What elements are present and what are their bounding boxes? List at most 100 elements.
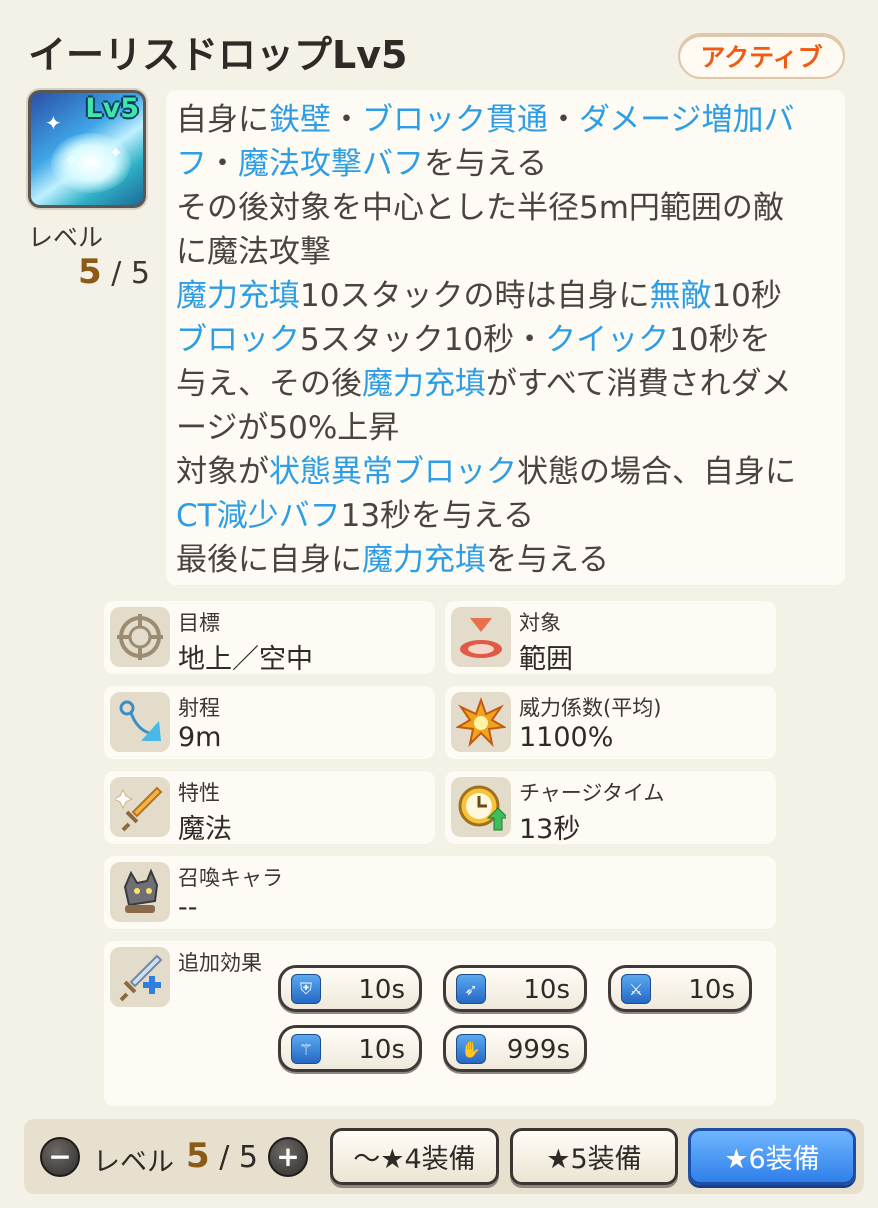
description-text-segment: ・ [207,146,238,182]
stat-label: 威力係数(平均) [519,696,662,720]
level-minus-button[interactable]: − [40,1137,80,1177]
stat-power: 威力係数(平均) 1100% [445,686,776,759]
effect-pill[interactable]: ⛨ 10s [278,965,422,1012]
icon-level-badge: Lv5 [85,93,139,124]
keyword-highlight: CT減少バフ [176,498,341,534]
keyword-highlight: 魔法攻撃バフ [238,146,424,182]
sparkle-burst-icon: ✦ ✦ ✧ Lv5 [28,90,146,208]
effect-pill[interactable]: ✋ 999s [443,1025,587,1072]
description-line: 自身に鉄壁・ブロック貫通・ダメージ増加バ [176,105,794,136]
description-text-segment: ・ [331,102,362,138]
keyword-highlight: 状態異常ブロック [269,454,517,490]
description-text-segment: 10スタックの時は自身に [300,278,650,314]
pierce-buff-icon: ➶ [456,974,486,1004]
description-text-segment: 13秒を与える [340,498,535,534]
description-text-segment: 状態の場合、自身に [517,454,796,490]
magic-sword-icon [110,777,170,837]
stat-label: 特性 [178,781,220,805]
description-line: CT減少バフ13秒を与える [176,501,534,532]
description-text-segment: 最後に自身に [176,542,362,578]
effect-duration: 10s [523,975,570,1005]
description-text-segment: 10秒 [711,278,782,314]
description-text-segment: 5スタック10秒・ [300,322,546,358]
stat-value: 魔法 [178,814,232,845]
keyword-highlight: ダメージ増加バ [579,102,795,138]
stat-label: 召喚キャラ [178,866,283,890]
sparkle-icon: ✧ [65,153,77,169]
description-text-segment: 10秒を [669,322,771,358]
effect-pill[interactable]: ⚔ 10s [608,965,752,1012]
level-max: / 5 [111,256,150,291]
stat-value: 範囲 [519,644,573,675]
equip-star5-button[interactable]: ★5装備 [510,1128,678,1185]
stat-value: 1100% [519,722,614,753]
level-plus-button[interactable]: + [268,1137,308,1177]
area-target-icon [451,607,511,667]
stat-range: 射程 9m [104,686,435,759]
keyword-highlight: フ [176,146,207,182]
range-arrow-icon [110,692,170,752]
footer-level-value: 5 / 5 [186,1136,258,1176]
mana-charge-icon: ✋ [456,1034,486,1064]
summon-creature-icon [110,862,170,922]
stat-label: 対象 [519,611,561,635]
description-text-segment: 対象が [176,454,269,490]
stat-value: -- [178,892,198,923]
description-line: ージが50%上昇 [176,413,399,444]
sparkle-icon: ✦ [45,111,62,135]
damage-up-buff-icon: ⚔ [621,974,651,1004]
skill-title: イーリスドロップLv5 [28,33,408,77]
level-value: 5 / 5 [78,252,150,292]
stat-label: 射程 [178,696,220,720]
keyword-highlight: クイック [545,322,670,358]
description-text-segment: を与える [486,542,610,578]
description-text-segment: 与え、その後 [176,366,362,402]
stat-area: 対象 範囲 [445,601,776,675]
stat-value: 地上／空中 [178,644,313,675]
description-line: 与え、その後魔力充填がすべて消費されダメ [176,369,792,400]
description-line: 最後に自身に魔力充填を与える [176,545,609,576]
level-label: レベル [28,223,104,252]
description-text-segment: ージが50%上昇 [176,410,400,446]
equip-star6-button[interactable]: ★6装備 [688,1128,856,1185]
effect-pill[interactable]: ⚚ 10s [278,1025,422,1072]
effect-duration: 999s [506,1035,570,1065]
description-line: フ・魔法攻撃バフを与える [176,149,547,180]
description-line: に魔法攻撃 [176,237,331,268]
explosion-icon [451,692,511,752]
description-line: ブロック5スタック10秒・クイック10秒を [176,325,771,356]
stat-value: 9m [178,722,222,753]
description-line: 対象が状態異常ブロック状態の場合、自身に [176,457,796,488]
magic-staff-buff-icon: ⚚ [291,1034,321,1064]
effect-pill[interactable]: ➶ 10s [443,965,587,1012]
description-text-segment: 自身に [176,102,269,138]
keyword-highlight: 魔力充填 [362,542,486,578]
description-text-segment: その後対象を中心とした半径5m円範囲の敵 [176,190,784,226]
stat-attribute: 特性 魔法 [104,771,435,845]
clock-up-icon [451,777,511,837]
keyword-highlight: 魔力充填 [176,278,300,314]
keyword-highlight: 無敵 [649,278,712,314]
footer-level-label: レベル [93,1147,174,1178]
sword-plus-icon [110,947,170,1007]
stat-label: 目標 [178,611,220,635]
description-text-segment: がすべて消費されダメ [486,366,792,402]
equip-star4-button[interactable]: ～★4装備 [330,1128,499,1185]
effect-duration: 10s [358,975,405,1005]
stat-value: 13秒 [519,814,581,845]
description-text-segment: ・ [548,102,579,138]
stat-label: チャージタイム [519,781,665,805]
sparkle-icon: ✦ [109,143,123,162]
shield-buff-icon: ⛨ [291,974,321,1004]
description-line: その後対象を中心とした半径5m円範囲の敵 [176,193,784,224]
skill-type-badge: アクティブ [678,33,845,79]
keyword-highlight: 魔力充填 [362,366,486,402]
keyword-highlight: ブロック貫通 [362,102,548,138]
description-line: 魔力充填10スタックの時は自身に無敵10秒 [176,281,782,312]
stat-target: 目標 地上／空中 [104,601,435,675]
footer-level-current: 5 [186,1136,210,1176]
icon-glow [51,133,131,193]
description-text-segment: を与える [424,146,548,182]
level-current: 5 [78,252,102,292]
stat-summon: 召喚キャラ -- [104,856,776,929]
